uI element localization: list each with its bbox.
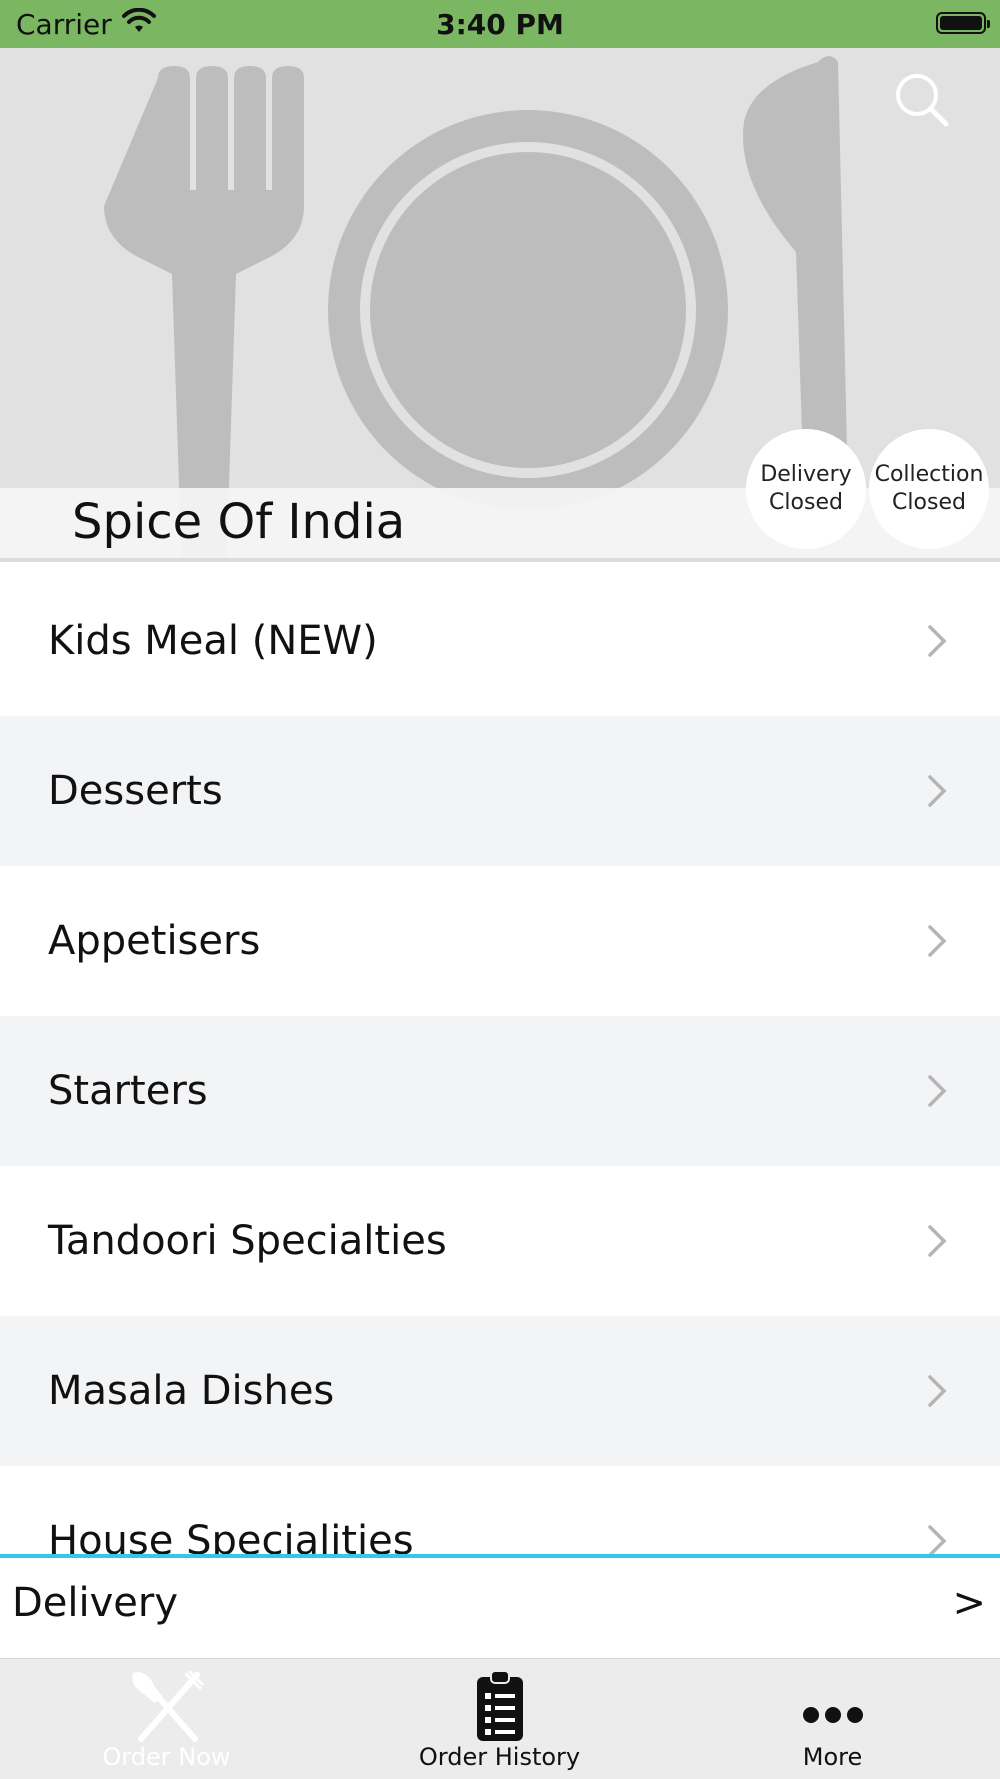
fork-knife-icon — [131, 1669, 204, 1742]
chevron-right-icon — [928, 625, 947, 657]
menu-category-label: Masala Dishes — [48, 1368, 335, 1414]
chevron-right-icon — [928, 1225, 947, 1257]
restaurant-name: Spice Of India — [72, 494, 406, 550]
chevron-right-icon — [928, 1075, 947, 1107]
menu-category-kids-meal[interactable]: Kids Meal (NEW) — [0, 566, 1000, 716]
collection-status-badge: Collection Closed — [869, 429, 989, 549]
chevron-right-icon — [928, 1375, 947, 1407]
search-icon — [896, 74, 949, 127]
chevron-right-icon — [928, 1525, 947, 1556]
chevron-right-icon — [928, 925, 947, 957]
menu-category-appetisers[interactable]: Appetisers — [0, 866, 1000, 1016]
menu-category-starters[interactable]: Starters — [0, 1016, 1000, 1166]
menu-category-label: Tandoori Specialties — [48, 1218, 447, 1264]
tab-more[interactable]: More — [666, 1659, 999, 1779]
menu-category-label: Appetisers — [48, 918, 261, 964]
menu-category-house[interactable]: House Specialities — [0, 1466, 1000, 1556]
delivery-mode-arrow: > — [952, 1580, 986, 1626]
menu-category-tandoori[interactable]: Tandoori Specialties — [0, 1166, 1000, 1316]
tab-label: Order Now — [102, 1743, 231, 1771]
clipboard-list-icon — [476, 1670, 523, 1741]
collection-badge-line2: Closed — [892, 490, 966, 515]
menu-category-label: House Specialities — [48, 1518, 414, 1556]
search-button[interactable] — [892, 70, 952, 130]
menu-category-label: Starters — [48, 1068, 208, 1114]
delivery-badge-line2: Closed — [769, 490, 843, 515]
delivery-badge-line1: Delivery — [760, 462, 852, 487]
status-bar: Carrier 3:40 PM — [0, 0, 1000, 48]
menu-category-desserts[interactable]: Desserts — [0, 716, 1000, 866]
menu-category-label: Desserts — [48, 768, 223, 814]
delivery-status-badge: Delivery Closed — [746, 429, 866, 549]
tab-label: More — [802, 1743, 863, 1771]
chevron-right-icon — [928, 775, 947, 807]
tab-order-now[interactable]: Order Now — [0, 1659, 333, 1779]
collection-badge-line1: Collection — [874, 462, 984, 487]
clock: 3:40 PM — [436, 8, 564, 41]
delivery-mode-label: Delivery — [12, 1580, 179, 1626]
menu-category-label: Kids Meal (NEW) — [48, 618, 378, 664]
tab-label: Order History — [418, 1743, 581, 1771]
tab-order-history[interactable]: Order History — [333, 1659, 666, 1779]
bottom-tab-bar: Order Now Order History More — [0, 1658, 1000, 1779]
restaurant-hero: Spice Of India Delivery Closed Collectio… — [0, 48, 1000, 562]
more-dots-icon — [802, 1707, 863, 1723]
menu-category-masala[interactable]: Masala Dishes — [0, 1316, 1000, 1466]
delivery-mode-bar[interactable]: Delivery > — [0, 1554, 1000, 1658]
battery-icon — [936, 12, 990, 34]
menu-category-list[interactable]: Kids Meal (NEW) Desserts Appetisers Star… — [0, 566, 1000, 1556]
